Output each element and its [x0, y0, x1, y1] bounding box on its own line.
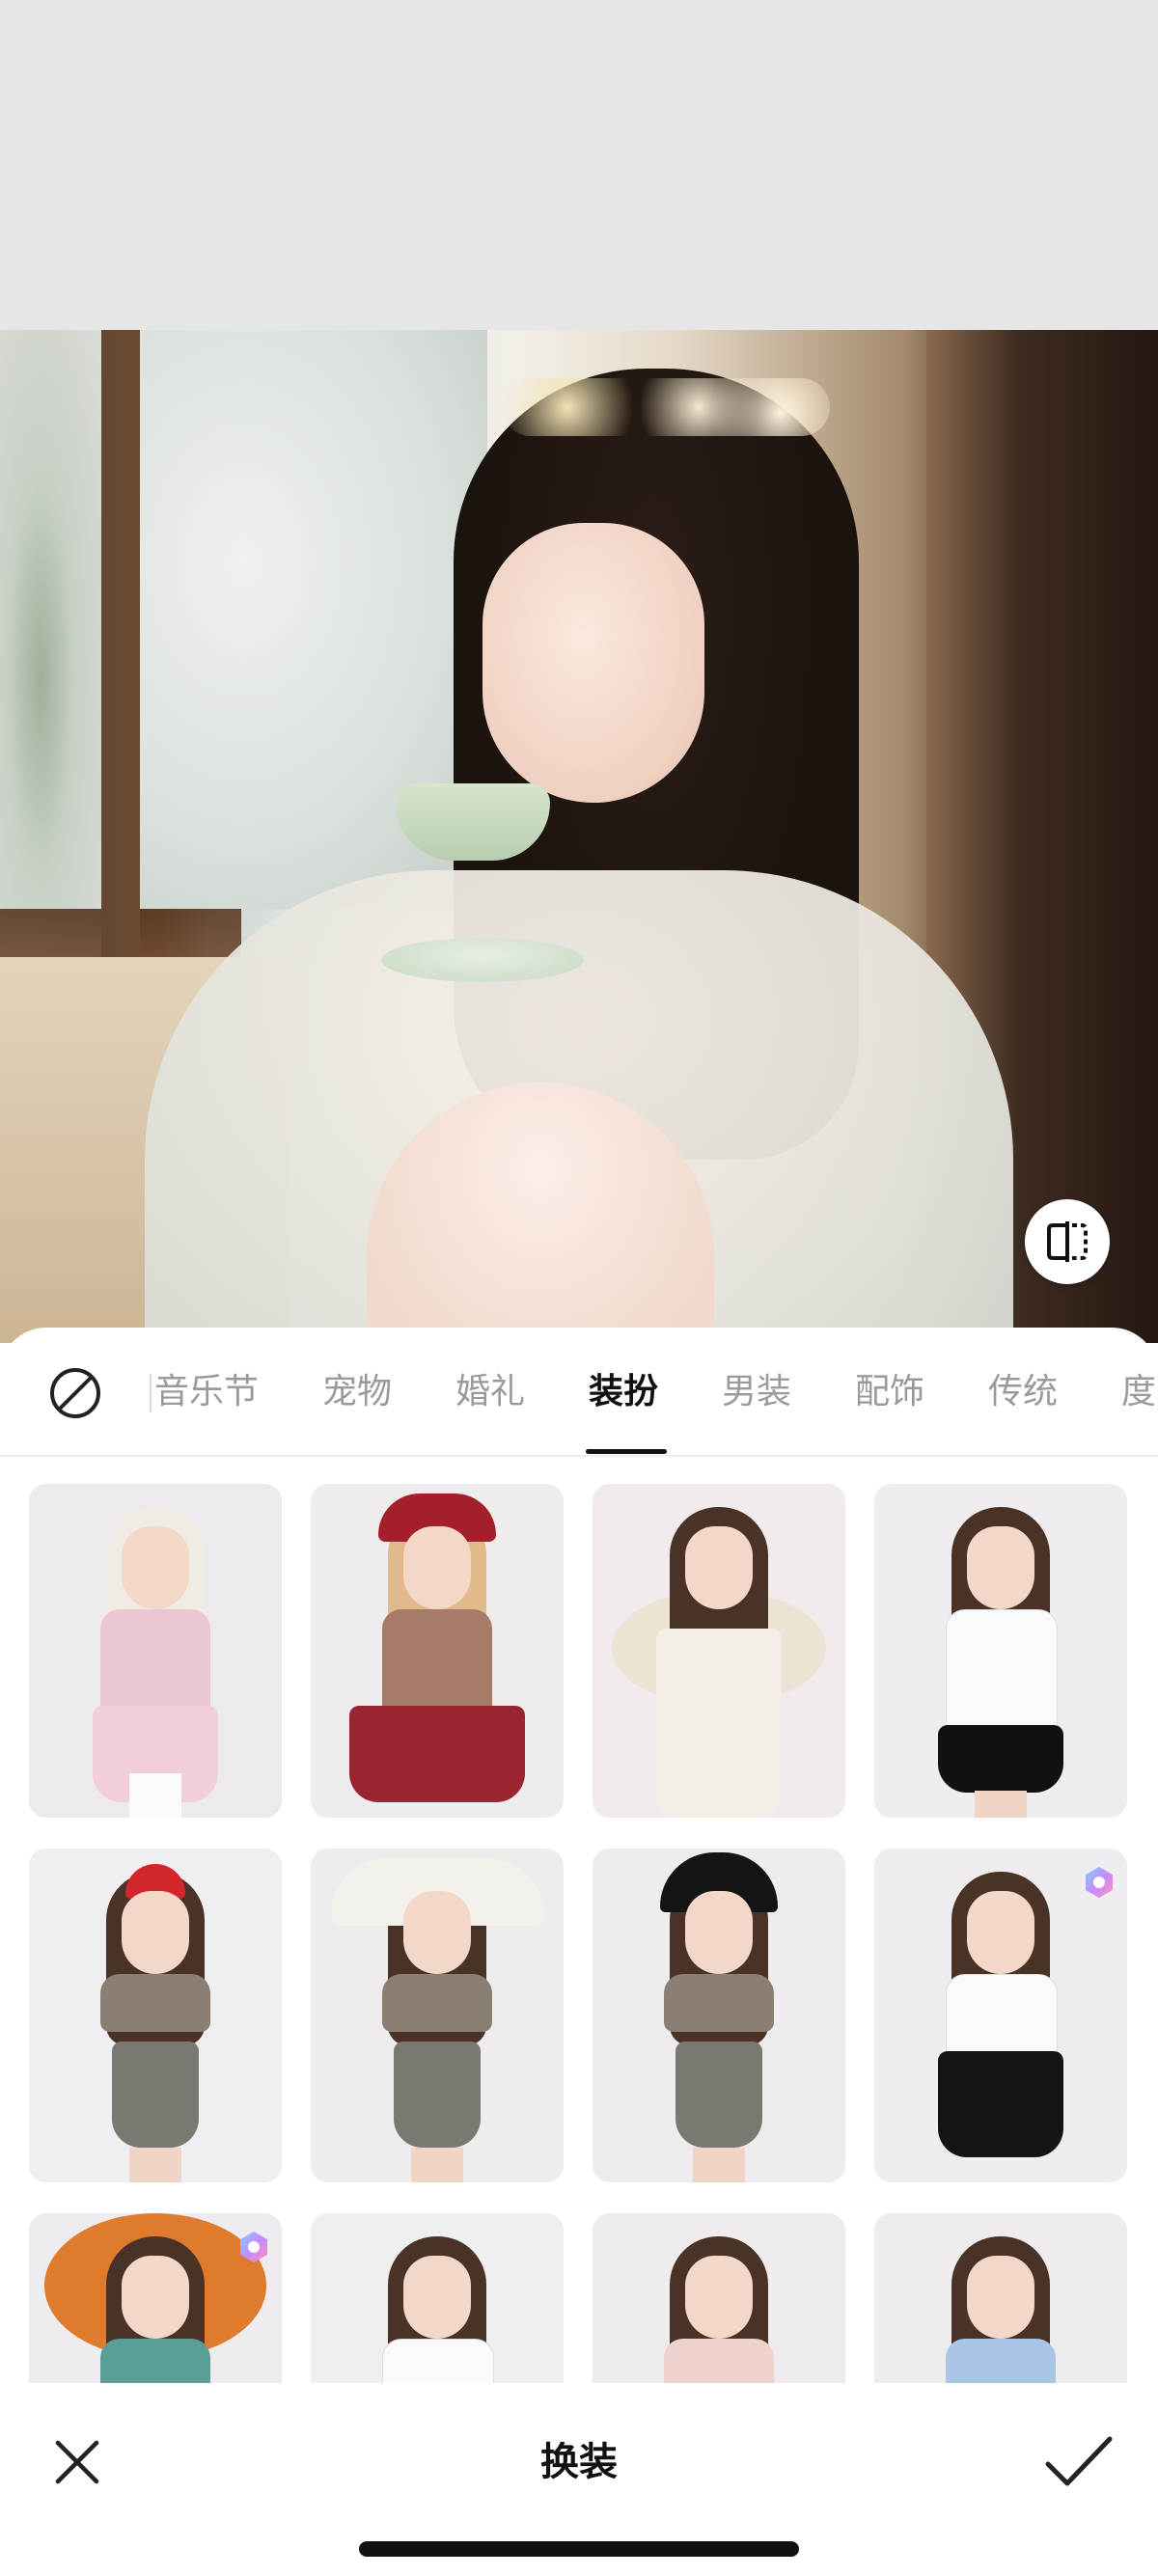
tab-dress-up[interactable]: 装扮 [589, 1368, 658, 1416]
outfit-card-witch[interactable] [593, 1849, 845, 2182]
tab-traditional[interactable]: 传统 [988, 1368, 1058, 1416]
outfit-grid [0, 1484, 1158, 2478]
tab-menswear[interactable]: 男装 [722, 1368, 791, 1416]
tab-pets[interactable]: 宠物 [322, 1368, 392, 1416]
compare-button[interactable] [1025, 1199, 1110, 1284]
outfit-card-pink-lolita[interactable] [29, 1484, 282, 1818]
tab-more[interactable]: 度 [1121, 1368, 1156, 1416]
checkmark-icon[interactable] [1042, 2431, 1116, 2493]
no-effect-icon[interactable] [48, 1366, 102, 1420]
tab-accessories[interactable]: 配饰 [855, 1368, 924, 1416]
outfit-card-angel-gown[interactable] [593, 1484, 845, 1818]
edited-photo [0, 330, 1158, 1343]
top-empty-area [0, 0, 1158, 330]
tabs-separator [0, 1455, 1158, 1457]
outfit-card-lolita-uniform[interactable] [874, 1849, 1127, 2182]
tab-wedding[interactable]: 婚礼 [455, 1368, 525, 1416]
tab-music-festival[interactable]: 音乐节 [154, 1368, 259, 1416]
vip-badge-icon [240, 2232, 267, 2262]
outfit-card-red-lolita[interactable] [311, 1484, 564, 1818]
home-indicator [359, 2541, 799, 2557]
outfit-card-pirate[interactable] [29, 1849, 282, 2182]
vip-badge-icon [1086, 1867, 1113, 1898]
outfit-card-blouse-skirt[interactable] [874, 1484, 1127, 1818]
compare-icon [1047, 1221, 1088, 1262]
active-tab-indicator [586, 1449, 667, 1454]
category-tabs: 音乐节 宠物 婚礼 装扮 男装 配饰 传统 度 [0, 1328, 1158, 1455]
tab-divider [150, 1374, 152, 1412]
screen: 音乐节 宠物 婚礼 装扮 男装 配饰 传统 度 换装 [0, 0, 1158, 2576]
bottom-toolbar: 换装 [0, 2383, 1158, 2576]
page-title: 换装 [540, 2440, 618, 2484]
outfit-card-bunny-hat[interactable] [311, 1849, 564, 2182]
